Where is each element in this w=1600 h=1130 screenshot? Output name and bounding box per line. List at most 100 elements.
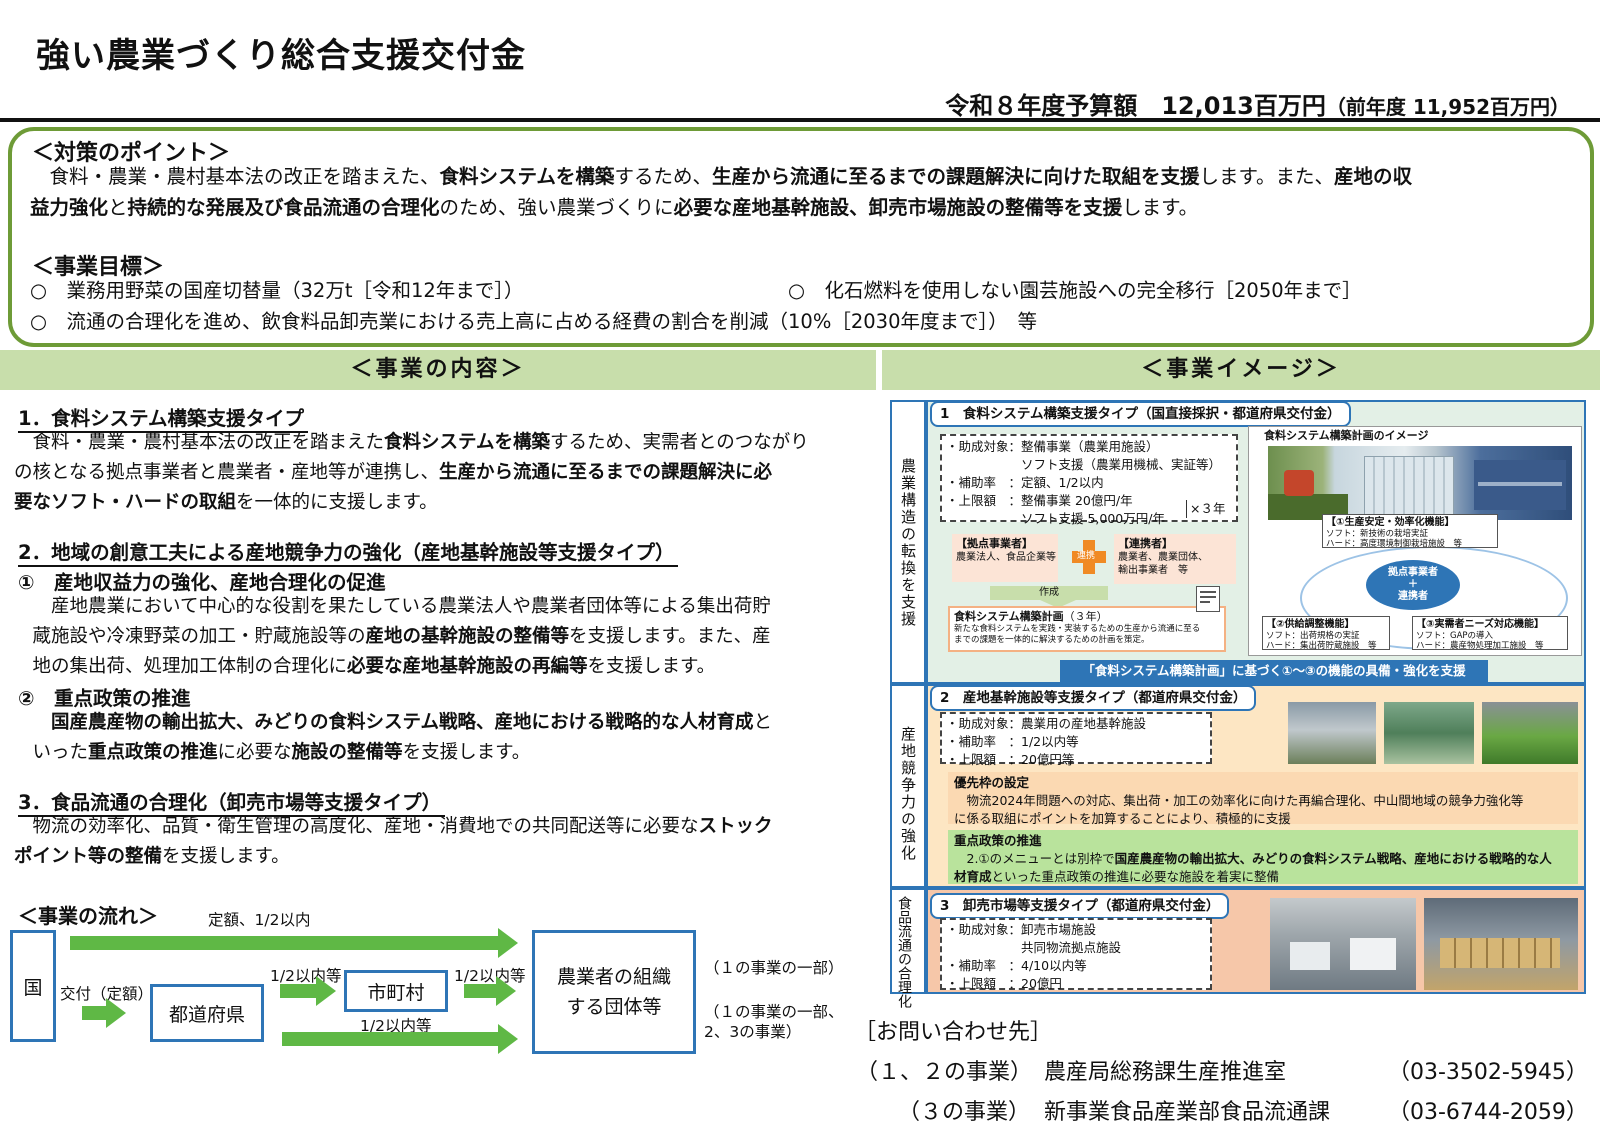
priority-line-1: 物流2024年問題への対応、集出荷・加工の効率化に向けた再編合理化、中山間地域の… [954, 793, 1524, 808]
focus-head: 重点政策の推進 [954, 833, 1042, 848]
plan-years: （３年） [1063, 610, 1108, 623]
budget-previous: （前年度 11,952百万円） [1325, 95, 1570, 119]
contact-heading: ［お問い合わせ先］ [854, 1020, 1053, 1045]
content-heading-2: 2．地域の創意工夫による産地競争力の強化（産地基幹施設等支援タイプ） [18, 536, 679, 567]
side-label-3: 食品流通の合理化 [894, 896, 914, 1008]
sakusei-arrow: 作成 [990, 586, 1108, 600]
text-span: するため、 [614, 165, 712, 188]
func1-box: 【①生産安定・効率化機能】 ソフト：新技術の栽培実証 ハード：高度環境制御栽培施… [1322, 514, 1498, 549]
bold-span: 必要な産地基幹施設、卸売市場施設の整備等を支援 [673, 196, 1123, 219]
type1-title: 1 食料システム構築支援タイプ（国直接採択・都道府県交付金） [930, 401, 1351, 427]
bold-span: 持続的な発展及び食品流通の合理化 [127, 196, 440, 219]
focus-line-1b: 国産農産物の輸出拡大、みどりの食料システム戦略、産地における戦略的な人 [1114, 851, 1552, 866]
focus-line-2b: といった重点政策の推進に必要な施設を着実に整備 [991, 869, 1280, 884]
kyoten-body: 農業法人、食品企業等 [956, 552, 1056, 563]
bold-span: 食料システムを構築 [384, 432, 550, 453]
func3-head: 【③実需者ニーズ対応機能】 [1416, 619, 1544, 630]
bold-span: 国産農産物の輸出拡大、みどりの食料システム戦略、産地における戦略的な人材育成 [14, 712, 754, 733]
content-para-2a: 産地農業において中心的な役割を果たしている農業法人や農業者団体等による集出荷貯 [14, 596, 771, 617]
side-label-2-box: 産地競争力の強化 [890, 684, 926, 888]
priority-line-2: に係る取組にポイントを加算することにより、積極的に支援 [954, 811, 1291, 826]
text-span: いった [14, 742, 89, 763]
points-box: ＜対策のポイント＞ 食料・農業・農村基本法の改正を踏まえた、食料システムを構築す… [8, 127, 1594, 347]
text-span: します。また、 [1199, 165, 1335, 188]
text-span: を支援します。 [587, 656, 716, 677]
text-span: のため、強い農業づくりに [439, 196, 674, 219]
flow-box-todofuken: 都道府県 [150, 984, 264, 1042]
side-label-2: 産地競争力の強化 [899, 726, 917, 862]
type2-cond-1: ・助成対象：農業用の産地基幹施設 [946, 716, 1147, 731]
focus-box: 重点政策の推進 2.①のメニューとは別枠で国産農産物の輸出拡大、みどりの食料シス… [948, 830, 1578, 884]
type3-conditions: ・助成対象：卸売市場施設 共同物流拠点施設 ・補助率 ：4/10以内等 ・上限額… [940, 918, 1212, 991]
content-para-3a: 物流の効率化、品質・衛生管理の高度化、産地・消費地での共同配送等に必要なストック [14, 812, 773, 842]
type1-footer-text: 「食料システム構築計画」に基づく①～③の機能の具備・強化を支援 [1082, 663, 1466, 678]
text-span: に必要な [217, 742, 292, 763]
type1-cond-1: ・助成対象：整備事業（農業用施設） [946, 439, 1159, 454]
type3-cond-2: 共同物流拠点施設 [946, 940, 1122, 955]
func1-head: 【①生産安定・効率化機能】 [1326, 517, 1455, 528]
plan-body: 新たな食料システムを実践・実装するための生産から流通に至る までの課題を一体的に… [954, 624, 1201, 645]
budget-main: 令和８年度予算額 12,013百万円 [945, 92, 1326, 120]
side-label-3-text: 食品流通の合理化 [896, 896, 912, 1008]
bold-span: ポイント等の整備 [14, 846, 163, 867]
kyoten-box: 【拠点事業者】 農業法人、食品企業等 [952, 534, 1058, 582]
center-bubble: 拠点事業者 ＋ 連携者 [1366, 560, 1460, 610]
text-span: と [108, 196, 128, 219]
bold-span: 産地の基幹施設の整備等 [365, 626, 570, 647]
page-title: 強い農業づくり総合支援交付金 [36, 36, 526, 76]
flow-heading: ＜事業の流れ＞ [18, 904, 158, 928]
focus-line-2a: 材育成 [954, 869, 992, 884]
contact-row2-dept: 新事業食品産業部食品流通課 [1044, 1100, 1331, 1125]
renkei-mark: 連携 [1077, 551, 1096, 561]
goal-2: ○ 化石燃料を使用しない園芸施設への完全移行［2050年まで］ [788, 279, 1362, 302]
type2-cond-3: ・上限額 ：20億円等 [946, 752, 1075, 767]
type3-cond-3: ・補助率 ：4/10以内等 [946, 958, 1087, 973]
priority-head: 優先枠の設定 [954, 775, 1030, 790]
contact-row1-dept: 農産局総務課生産推進室 [1044, 1060, 1287, 1085]
bold-span: 益力強化 [30, 196, 109, 219]
content-para-1c: 要なソフト・ハードの取組を一体的に支援します。 [14, 488, 438, 518]
bold-span: 要なソフト・ハードの取組 [14, 492, 237, 513]
type2-photos [1288, 702, 1578, 764]
renkei-head: 【連携者】 [1118, 537, 1173, 550]
content-para-2c: 地の集出荷、処理加工体制の合理化に必要な産地基幹施設の再編等を支援します。 [14, 652, 716, 682]
text-span: するため、実需者とのつながり [549, 432, 809, 453]
bold-span: 産地の収 [1334, 165, 1413, 188]
func2-head: 【②供給調整機能】 [1266, 619, 1355, 630]
content-para-1b: の核となる拠点事業者と農業者・産地等が連携し、生産から流通に至るまでの課題解決に… [14, 458, 772, 488]
func3-box: 【③実需者ニーズ対応機能】 ソフト：GAPの導入 ハード：農産物処理加工施設 等 [1412, 616, 1568, 651]
contact-row2-label: （３の事業） [898, 1100, 1031, 1125]
contact-row2-tel: （03-6744-2059） [1388, 1100, 1588, 1125]
side-label-1-box: 農業構造の転換を支援 [890, 400, 926, 684]
type1-cond-2: ソフト支援（農業用機械、実証等） [946, 457, 1222, 472]
goal-3: ○ 流通の合理化を進め、飲食料品卸売業における売上高に占める経費の割合を削減（1… [30, 310, 1037, 333]
kyoten-head: 【拠点事業者】 [956, 537, 1033, 550]
plan-head: 食料システム構築計画 [954, 610, 1064, 623]
budget-amount: 令和８年度予算額 12,013百万円（前年度 11,952百万円） [945, 86, 1570, 121]
renkei-box: 【連携者】 農業者、農業団体、 輸出事業者 等 [1114, 534, 1236, 584]
content-para-3b: ポイント等の整備を支援します。 [14, 842, 290, 872]
content-para-2d: 国産農産物の輸出拡大、みどりの食料システム戦略、産地における戦略的な人材育成と [14, 708, 772, 738]
type2-conditions: ・助成対象：農業用の産地基幹施設 ・補助率 ：1/2以内等 ・上限額 ：20億円… [940, 712, 1212, 767]
text-span: の核となる拠点事業者と農業者・産地等が連携し、 [14, 462, 439, 483]
side-label-3-box: 食品流通の合理化 [890, 888, 926, 1008]
text-span: と [753, 712, 772, 733]
func3-body: ソフト：GAPの導入 ハード：農産物処理加工施設 等 [1416, 631, 1544, 651]
flow-box-organization: 農業者の組織 する団体等 [532, 930, 696, 1054]
bold-span: 生産から流通に至るまでの課題解決に向けた取組を支援 [711, 165, 1200, 188]
points-line-1: 食料・農業・農村基本法の改正を踏まえた、食料システムを構築するため、生産から流通… [30, 161, 1413, 192]
flow-arrow-to-shichoson [280, 976, 336, 1006]
bold-span: 施設の整備等 [291, 742, 403, 763]
image-section-bar: ＜事業イメージ＞ [882, 350, 1600, 390]
bold-span: 生産から流通に至るまでの課題解決に必 [438, 462, 772, 483]
sakusei-label: 作成 [1039, 587, 1059, 598]
text-span: 食料・農業・農村基本法の改正を踏まえた [14, 432, 385, 453]
bold-span: ストック [698, 816, 773, 837]
text-span: を支援します。 [402, 742, 531, 763]
flow-note-1: （１の事業の一部） [704, 959, 844, 977]
flow-box-kuni: 国 [10, 930, 56, 1042]
header-divider [0, 118, 1600, 122]
func2-body: ソフト：出荷規格の実証 ハード：集出荷貯蔵施設 等 [1266, 631, 1377, 651]
text-span: 蔵施設や冷凍野菜の加工・貯蔵施設等の [14, 626, 366, 647]
plan-box: 食料システム構築計画（３年） 新たな食料システムを実践・実装するための生産から流… [948, 606, 1226, 652]
